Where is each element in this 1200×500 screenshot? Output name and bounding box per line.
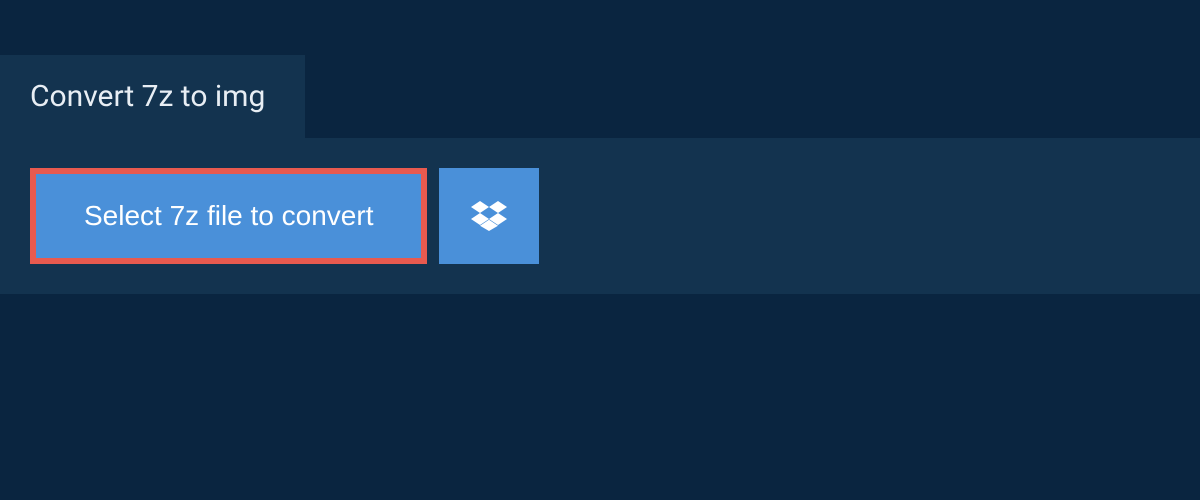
page-title: Convert 7z to img — [30, 79, 265, 114]
select-file-highlight: Select 7z file to convert — [30, 168, 427, 264]
button-row: Select 7z file to convert — [30, 168, 1170, 264]
content-panel: Select 7z file to convert — [0, 138, 1200, 294]
select-file-button[interactable]: Select 7z file to convert — [36, 174, 421, 258]
dropbox-button[interactable] — [439, 168, 539, 264]
tab-header: Convert 7z to img — [0, 55, 305, 138]
dropbox-icon — [471, 198, 507, 234]
